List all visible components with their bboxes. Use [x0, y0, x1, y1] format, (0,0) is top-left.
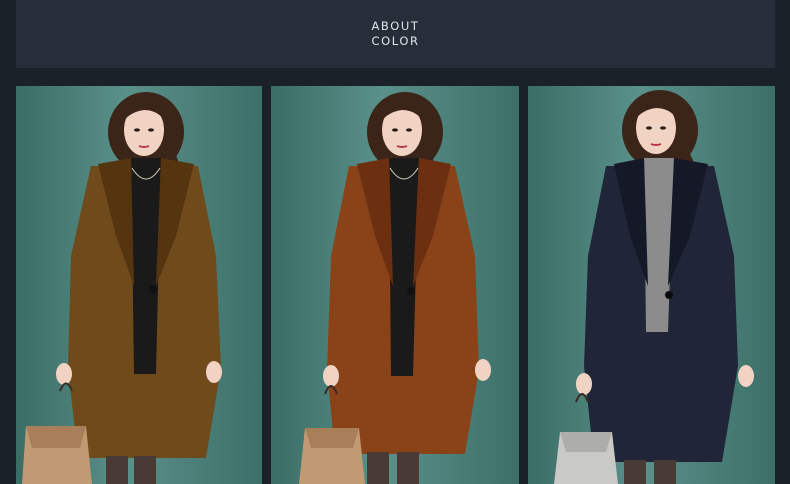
- header-title-line-2: COLOR: [371, 34, 420, 48]
- model-figure-rust-coat: [299, 92, 491, 484]
- header-title-line-1: ABOUT: [371, 19, 420, 33]
- product-photo-rust-coat: [271, 86, 519, 484]
- product-photo-navy-coat: [528, 86, 775, 484]
- model-figure-brown-coat: [22, 92, 222, 484]
- product-photo-brown-coat: [16, 86, 262, 484]
- model-figure-navy-coat: [554, 90, 754, 484]
- about-color-header: ABOUT COLOR: [16, 0, 775, 68]
